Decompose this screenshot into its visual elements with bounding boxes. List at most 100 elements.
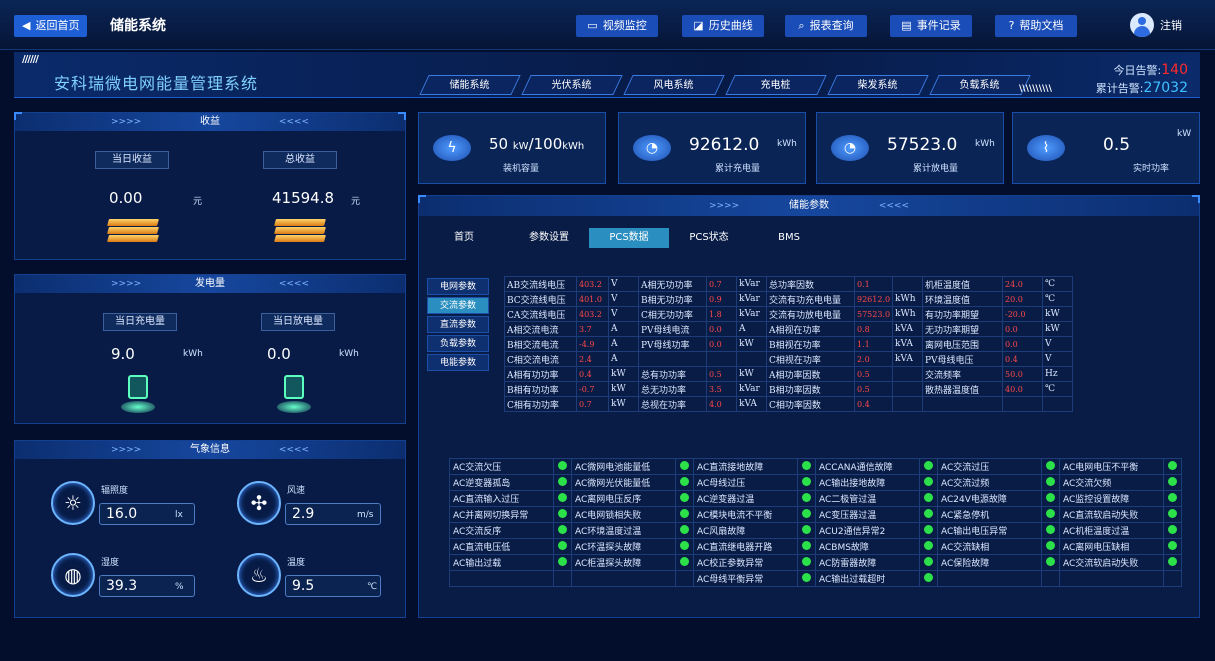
param-value: 403.2 [576, 306, 609, 322]
tab-param-setting[interactable]: 参数设置 [509, 228, 589, 248]
status-dot-icon [924, 508, 933, 518]
alarm-label: AC母线平衡异常 [693, 570, 798, 587]
alarm-indicator [1041, 490, 1060, 507]
param-label: C相功率因数 [766, 396, 855, 412]
alarm-label: AC保险故障 [937, 554, 1042, 571]
alarm-label: AC直流接地故障 [693, 458, 798, 475]
alarm-indicator [797, 522, 816, 539]
param-table: AB交流线电压 403.2 V A相无功功率 0.7 kVar 总功率因数 0.1 机柜温度值 2… [504, 276, 1073, 412]
alarm-indicator [1163, 458, 1182, 475]
tab-storage[interactable]: 储能系统 [419, 75, 521, 95]
alarm-label: AC并离网切换异常 [449, 506, 554, 523]
history-curve-button[interactable]: ◪ 历史曲线 [682, 15, 764, 37]
param-label: 总功率因数 [766, 276, 855, 292]
tab-home[interactable]: 首页 [429, 228, 499, 248]
param-value: 0.5 [854, 366, 893, 382]
side-grid-params[interactable]: 电网参数 [427, 278, 489, 295]
event-log-button[interactable]: ▤ 事件记录 [890, 15, 972, 37]
tab-bms[interactable]: BMS [749, 228, 829, 248]
side-dc-params[interactable]: 直流参数 [427, 316, 489, 333]
today-discharge-label: 当日放电量 [261, 313, 335, 331]
tab-pcs-status[interactable]: PCS状态 [669, 228, 749, 248]
param-unit: A [608, 321, 639, 337]
side-energy-params[interactable]: 电能参数 [427, 354, 489, 371]
param-value: 24.0 [1002, 276, 1043, 292]
alarm-row: AC逆变器孤岛 AC微网光伏能量低 AC母线过压 AC输出接地故障 AC交流过频 AC交流… [449, 474, 1182, 491]
tab-pv[interactable]: 光伏系统 [521, 75, 623, 95]
side-load-params[interactable]: 负载参数 [427, 335, 489, 352]
alarm-indicator [1163, 538, 1182, 555]
param-unit: kW [1042, 306, 1073, 322]
alarm-indicator [675, 522, 694, 539]
logout-label[interactable]: 注销 [1160, 17, 1182, 33]
pcs-panel: >>>> 储能参数 <<<< 首页 参数设置 PCS数据 PCS状态 BMS 电… [418, 195, 1200, 618]
wind-speed-label: 风速 [287, 486, 306, 496]
humidity-icon: ◍ [51, 553, 95, 597]
param-label: A相功率因数 [766, 366, 855, 382]
weather-panel: >>>> 气象信息 <<<< ☼ 辐照度 16.0 lx ✣ 风速 2.9 m/… [14, 440, 406, 618]
status-dot-icon [1168, 556, 1177, 566]
param-label: C相视在功率 [766, 351, 855, 367]
param-unit: kVA [892, 336, 923, 352]
param-label: BC交流线电压 [504, 291, 577, 307]
alarm-label: AC输出接地故障 [815, 474, 920, 491]
alarm-label: ACBMS故障 [815, 538, 920, 555]
param-value: 0.0 [706, 321, 737, 337]
alarm-indicator [1163, 522, 1182, 539]
param-value: -0.7 [576, 381, 609, 397]
tab-diesel[interactable]: 柴发系统 [827, 75, 929, 95]
realtime-power-label: 实时功率 [1133, 164, 1170, 174]
param-label: 无功功率期望 [922, 321, 1003, 337]
realtime-power-unit: kW [1177, 129, 1192, 139]
tab-wind[interactable]: 风电系统 [623, 75, 725, 95]
status-dot-icon [802, 460, 811, 470]
param-unit: kW [736, 336, 767, 352]
alarm-label: AC交流缺相 [937, 538, 1042, 555]
param-value: 1.1 [854, 336, 893, 352]
corner-decor [1192, 195, 1200, 203]
alarm-total: 累计告警:27032 [1095, 80, 1188, 96]
param-unit: Hz [1042, 366, 1073, 382]
param-row: B相有功功率 -0.7 kW 总无功功率 3.5 kVar B相功率因数 0.5 散热器温度值 4… [504, 381, 1073, 397]
video-monitor-button[interactable]: ▭ 视频监控 [576, 15, 658, 37]
charge-total-label: 累计充电量 [715, 164, 761, 174]
side-ac-params[interactable]: 交流参数 [427, 297, 489, 314]
param-label: A相有功功率 [504, 366, 577, 382]
tab-charging[interactable]: 充电桩 [725, 75, 827, 95]
alarm-label: AC母线过压 [693, 474, 798, 491]
report-query-button[interactable]: ⌕ 报表查询 [785, 15, 867, 37]
param-value: 2.0 [854, 351, 893, 367]
discharge-total-value: 57523.0 [887, 135, 958, 155]
status-dot-icon [680, 492, 689, 502]
param-unit: kVA [736, 396, 767, 412]
param-label: 散热器温度值 [922, 381, 1003, 397]
param-unit: V [608, 276, 639, 292]
user-area[interactable]: 注销 [1130, 13, 1182, 37]
status-dot-icon [680, 476, 689, 486]
status-dot-icon [558, 556, 567, 566]
param-unit: ℃ [1042, 381, 1073, 397]
status-dot-icon [558, 508, 567, 518]
help-doc-button[interactable]: ? 帮助文档 [995, 15, 1077, 37]
back-home-button[interactable]: ◀ 返回首页 [14, 15, 88, 37]
param-unit: V [1042, 336, 1073, 352]
alarm-label: AC机柜温度过温 [1059, 522, 1164, 539]
alarm-indicator [1163, 474, 1182, 491]
alarm-indicator [1041, 538, 1060, 555]
charge-total-unit: kWh [777, 139, 797, 149]
alarm-indicator [553, 554, 572, 571]
param-value: 403.2 [576, 276, 609, 292]
alarm-indicator [1163, 490, 1182, 507]
status-dot-icon [1168, 540, 1177, 550]
tab-pcs-data[interactable]: PCS数据 [589, 228, 669, 248]
alarm-label: AC交流过频 [937, 474, 1042, 491]
alarm-indicator [1041, 506, 1060, 523]
corner-decor [418, 195, 426, 203]
tab-load[interactable]: 负载系统 [929, 75, 1031, 95]
alarm-label: AC二极管过温 [815, 490, 920, 507]
status-dot-icon [558, 460, 567, 470]
param-unit: kW [1042, 321, 1073, 337]
param-value: 3.5 [706, 381, 737, 397]
param-unit [736, 351, 767, 367]
status-dot-icon [680, 556, 689, 566]
